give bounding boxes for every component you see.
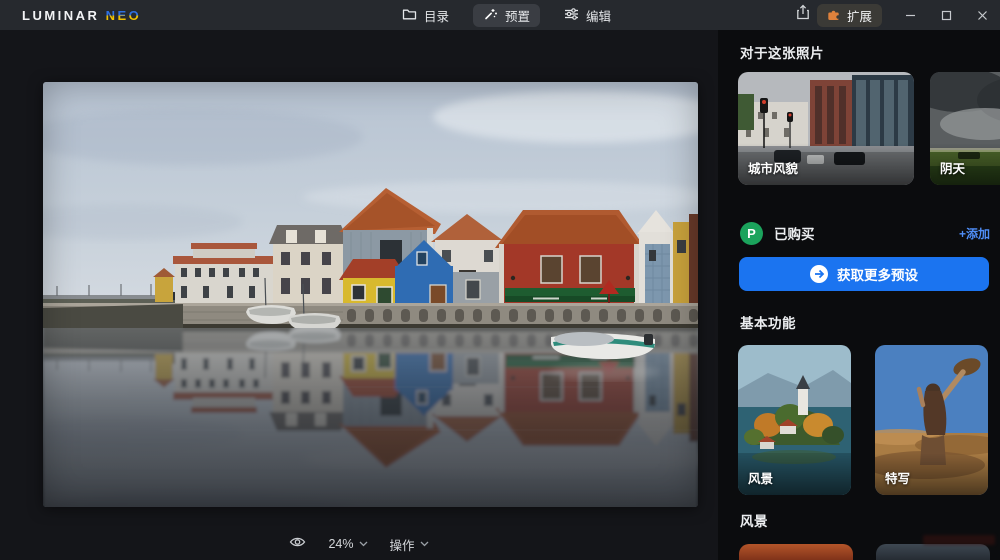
close-button[interactable] [964, 0, 1000, 30]
section-title-landscape: 风景 [740, 510, 768, 530]
preview-eye-button[interactable] [289, 535, 306, 554]
zoom-control[interactable]: 24% [328, 537, 367, 551]
watermark [923, 535, 995, 545]
purchased-row: P 已购买 +添加 [740, 220, 990, 246]
preset-card-closeup[interactable]: 特写 [875, 345, 988, 495]
viewer-footer: 24% 操作 [0, 528, 718, 560]
arrow-right-icon [810, 265, 828, 283]
actions-menu[interactable]: 操作 [390, 535, 429, 554]
minimize-button[interactable] [892, 0, 928, 30]
tab-catalog[interactable]: 目录 [392, 4, 459, 27]
tab-presets-label: 预置 [505, 6, 530, 25]
tab-catalog-label: 目录 [424, 6, 449, 25]
presets-badge-icon: P [740, 222, 763, 245]
add-presets-link[interactable]: +添加 [959, 225, 990, 242]
folder-icon [402, 7, 417, 24]
preset-card-label: 风景 [748, 468, 773, 487]
preset-card-overcast[interactable]: 阴天 [930, 72, 1000, 185]
chevron-down-icon [420, 541, 429, 547]
preset-card-cityscape[interactable]: 城市风貌 [738, 72, 914, 185]
sliders-icon [564, 7, 579, 24]
get-more-presets-label: 获取更多预设 [837, 264, 918, 284]
presets-sidebar: 对于这张照片 城市 [718, 30, 1000, 560]
maximize-button[interactable] [928, 0, 964, 30]
preset-card-landscape[interactable]: 风景 [738, 345, 851, 495]
chevron-down-icon [359, 541, 368, 547]
share-button[interactable] [788, 0, 818, 30]
tab-presets[interactable]: 预置 [473, 4, 540, 27]
preset-card-label: 特写 [885, 468, 910, 487]
share-icon [795, 4, 811, 26]
app-logo: LUMINAR NEO [22, 8, 141, 23]
main-nav-tabs: 目录 预置 [392, 0, 621, 30]
tab-edit-label: 编辑 [586, 6, 611, 25]
section-title-for-this-photo: 对于这张照片 [740, 42, 824, 62]
title-bar: LUMINAR NEO 目录 预置 [0, 0, 1000, 30]
extensions-label: 扩展 [847, 6, 872, 25]
actions-label: 操作 [390, 535, 415, 554]
section-title-essentials: 基本功能 [740, 312, 796, 332]
preset-card-label: 城市风貌 [748, 158, 798, 177]
luminar-neo-window: LUMINAR NEO 目录 预置 [0, 0, 1000, 560]
preset-card-partial-dark[interactable] [876, 544, 990, 560]
photo-preview[interactable] [43, 82, 698, 507]
get-more-presets-button[interactable]: 获取更多预设 [739, 257, 989, 291]
extensions-button[interactable]: 扩展 [817, 4, 882, 27]
purchased-label: 已购买 [774, 223, 815, 243]
magic-wand-icon [483, 6, 498, 24]
puzzle-icon [827, 7, 841, 24]
zoom-level: 24% [328, 537, 353, 551]
window-controls [892, 0, 1000, 30]
editor-canvas: 24% 操作 [0, 30, 718, 560]
tab-edit[interactable]: 编辑 [554, 4, 621, 27]
logo-neo: NEO [106, 8, 142, 23]
preset-card-label: 阴天 [940, 158, 965, 177]
logo-luminar: LUMINAR [22, 8, 99, 23]
preset-card-partial-sunset[interactable] [739, 544, 853, 560]
